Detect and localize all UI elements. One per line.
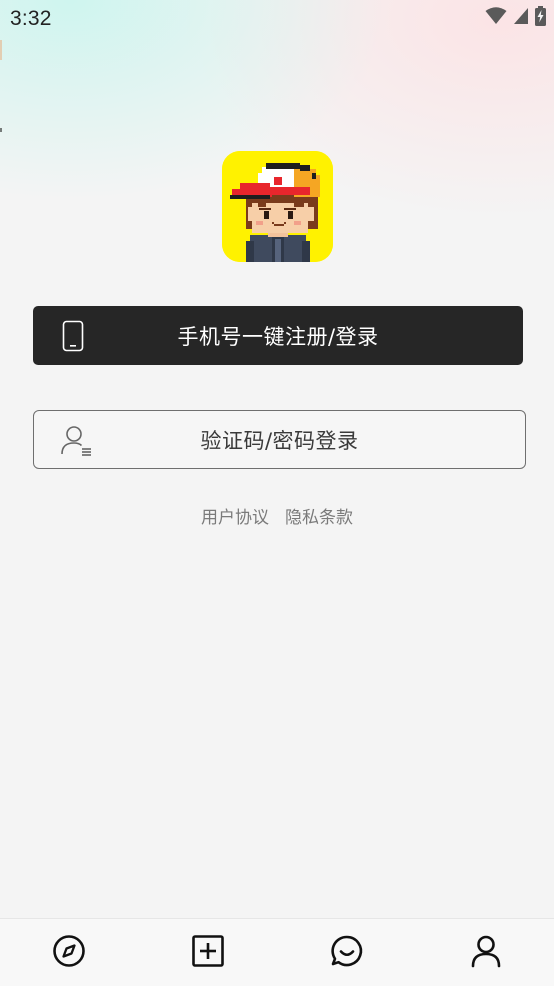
app-logo [222, 151, 333, 262]
user-list-icon [60, 423, 94, 457]
user-agreement-link[interactable]: 用户协议 [201, 503, 269, 528]
agreement-links: 用户协议 隐私条款 [0, 503, 554, 528]
nav-profile[interactable] [466, 933, 506, 973]
code-password-login-label: 验证码/密码登录 [200, 428, 359, 453]
status-icons [485, 6, 546, 30]
phone-login-button[interactable]: 手机号一键注册/登录 [33, 306, 523, 365]
chat-bubble-icon [330, 934, 364, 972]
privacy-policy-link[interactable]: 隐私条款 [285, 503, 353, 528]
add-square-icon [191, 934, 225, 972]
status-time: 3:32 [10, 7, 52, 30]
nav-create[interactable] [188, 933, 228, 973]
login-screen: 3:32 手机号一键注册/登录 验证码/密码登录 用户协议 隐私条款 [0, 0, 554, 986]
battery-charging-icon [535, 6, 546, 30]
code-password-login-button[interactable]: 验证码/密码登录 [33, 410, 526, 469]
phone-login-label: 手机号一键注册/登录 [177, 324, 379, 349]
bottom-nav [0, 918, 554, 986]
signal-icon [513, 7, 529, 29]
phone-icon [62, 320, 84, 352]
edge-artifact [0, 40, 2, 132]
wifi-icon [485, 7, 507, 29]
nav-discover[interactable] [49, 933, 89, 973]
compass-icon [52, 934, 86, 972]
person-icon [469, 934, 503, 972]
status-bar: 3:32 [0, 0, 554, 40]
nav-messages[interactable] [327, 933, 367, 973]
